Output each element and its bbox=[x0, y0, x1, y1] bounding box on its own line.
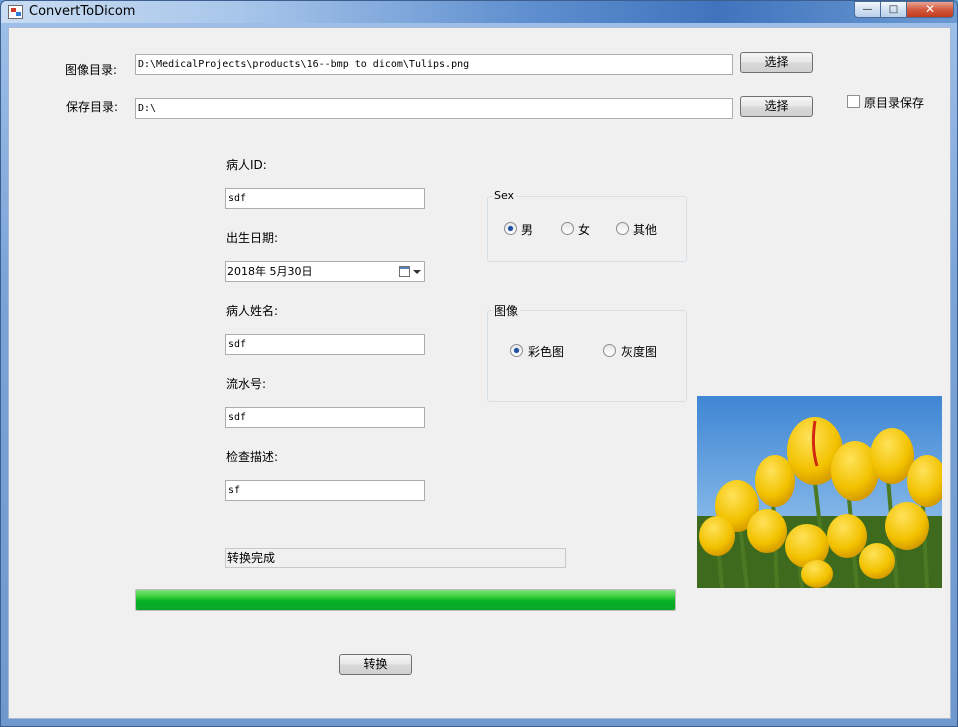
radio-sex-other-label: 其他 bbox=[633, 223, 658, 237]
birth-date-value: 2018年 5月30日 bbox=[227, 265, 313, 278]
save-browse-button[interactable]: 选择 bbox=[740, 96, 813, 117]
calendar-icon[interactable] bbox=[399, 266, 410, 277]
sex-group-title: Sex bbox=[492, 189, 517, 202]
patient-id-input[interactable]: sdf bbox=[225, 188, 425, 209]
app-icon bbox=[8, 5, 23, 19]
serial-number-input[interactable]: sdf bbox=[225, 407, 425, 428]
title-bar[interactable]: ConvertToDicom — □ ✕ bbox=[1, 1, 957, 23]
tulips-picture bbox=[697, 396, 942, 588]
convert-button[interactable]: 转换 bbox=[339, 654, 412, 675]
patient-id-label: 病人ID: bbox=[226, 158, 267, 172]
radio-sex-male-label: 男 bbox=[521, 223, 534, 237]
patient-name-input[interactable]: sdf bbox=[225, 334, 425, 355]
progress-bar bbox=[135, 589, 676, 611]
exam-desc-label: 检查描述: bbox=[226, 450, 279, 464]
image-dir-label: 图像目录: bbox=[65, 63, 118, 77]
image-browse-button[interactable]: 选择 bbox=[740, 52, 813, 73]
birth-date-picker[interactable]: 2018年 5月30日 bbox=[225, 261, 425, 282]
save-dir-label: 保存目录: bbox=[66, 100, 119, 114]
image-type-group-title: 图像 bbox=[492, 302, 521, 319]
radio-sex-female[interactable] bbox=[561, 222, 574, 235]
radio-sex-female-label: 女 bbox=[578, 223, 591, 237]
original-dir-label: 原目录保存 bbox=[864, 96, 925, 110]
birth-date-label: 出生日期: bbox=[226, 231, 279, 245]
radio-gray-image[interactable] bbox=[603, 344, 616, 357]
radio-color-image-label: 彩色图 bbox=[528, 345, 565, 359]
chevron-down-icon[interactable] bbox=[413, 270, 421, 274]
close-button[interactable]: ✕ bbox=[906, 1, 954, 18]
radio-color-image[interactable] bbox=[510, 344, 523, 357]
window-title: ConvertToDicom bbox=[29, 4, 136, 19]
image-preview bbox=[697, 396, 942, 588]
client-area bbox=[8, 27, 951, 719]
radio-sex-other[interactable] bbox=[616, 222, 629, 235]
radio-sex-male[interactable] bbox=[504, 222, 517, 235]
radio-gray-image-label: 灰度图 bbox=[621, 345, 658, 359]
serial-number-label: 流水号: bbox=[226, 377, 267, 391]
maximize-button[interactable]: □ bbox=[880, 1, 907, 18]
minimize-button[interactable]: — bbox=[854, 1, 881, 18]
progress-bar-fill bbox=[136, 590, 675, 610]
image-dir-input[interactable]: D:\MedicalProjects\products\16--bmp to d… bbox=[135, 54, 733, 75]
original-dir-checkbox[interactable] bbox=[847, 95, 860, 108]
patient-name-label: 病人姓名: bbox=[226, 304, 279, 318]
save-dir-input[interactable]: D:\ bbox=[135, 98, 733, 119]
status-text: 转换完成 bbox=[225, 548, 566, 568]
exam-desc-input[interactable]: sf bbox=[225, 480, 425, 501]
